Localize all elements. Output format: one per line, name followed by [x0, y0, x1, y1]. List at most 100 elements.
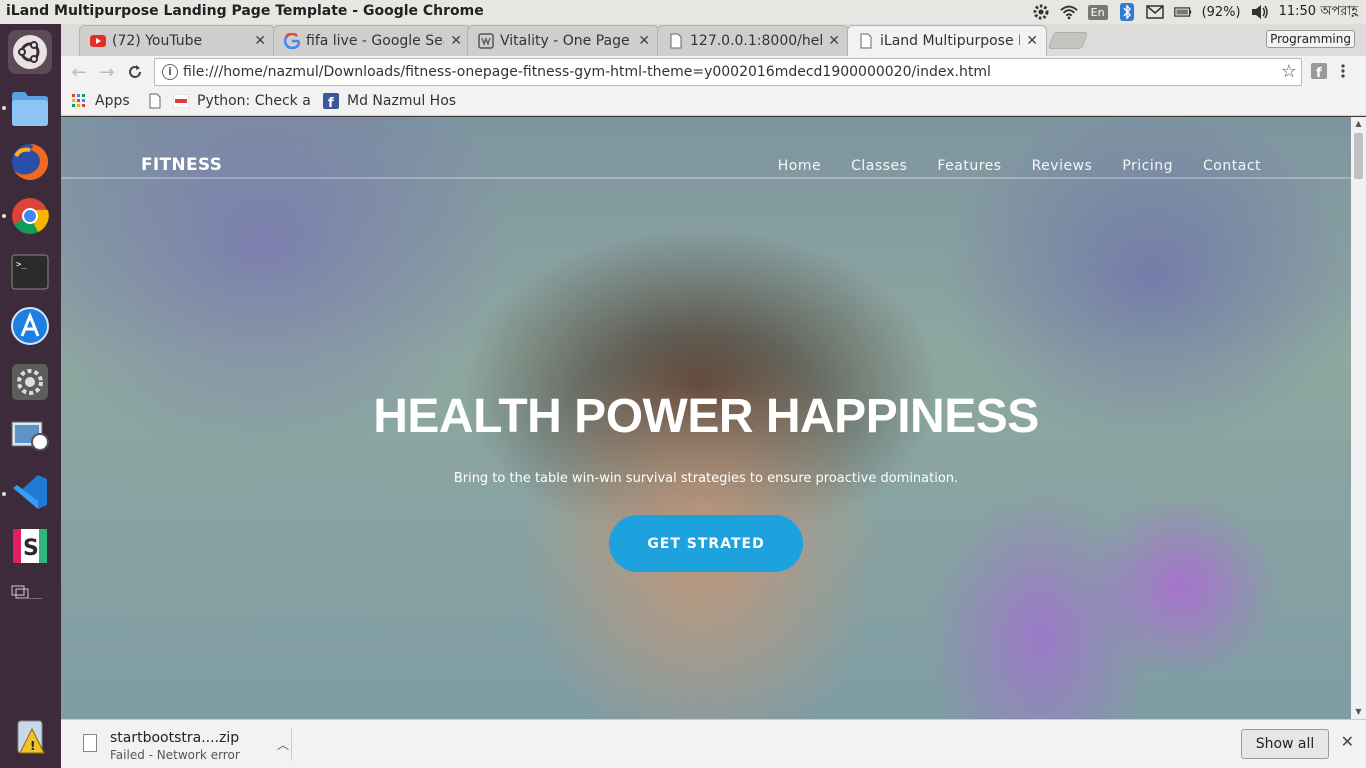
software-center-icon[interactable]	[8, 304, 52, 348]
page-scrollbar[interactable]: ▲ ▼	[1351, 117, 1366, 719]
browser-toolbar: ← → i file:///home/nazmul/Downloads/fitn…	[61, 56, 1366, 88]
launcher-separator	[20, 598, 42, 599]
menu-link-home[interactable]: Home	[778, 158, 821, 174]
profile-button[interactable]: Programming	[1266, 30, 1355, 48]
page-info-icon[interactable]: i	[162, 64, 178, 80]
tab-vitality[interactable]: Vitality - One Page Bootstrap ✕	[467, 25, 659, 56]
bookmark-label: Md Nazmul Hos	[347, 93, 457, 109]
youtube-icon	[90, 33, 106, 49]
image-viewer-icon[interactable]	[8, 414, 52, 458]
bookmark-facebook-profile[interactable]: f Md Nazmul Hos	[323, 93, 456, 109]
launcher-running-indicator	[2, 214, 6, 218]
files-icon[interactable]	[8, 86, 52, 130]
workspace-switcher-icon[interactable]	[8, 580, 32, 604]
tab-iland-active[interactable]: iLand Multipurpose Landing ✕	[847, 25, 1047, 56]
volume-icon[interactable]	[1251, 4, 1269, 20]
page-icon	[668, 33, 684, 49]
url-text: file:///home/nazmul/Downloads/fitness-on…	[183, 64, 991, 80]
system-settings-icon[interactable]	[8, 360, 52, 404]
svg-text:!: !	[30, 739, 35, 753]
file-icon	[83, 734, 97, 752]
menu-link-classes[interactable]: Classes	[851, 158, 907, 174]
menu-kebab-icon[interactable]	[1341, 63, 1349, 79]
bookmark-label: Apps	[95, 93, 130, 109]
forward-arrow-icon[interactable]: →	[95, 60, 119, 84]
scroll-down-arrow-icon[interactable]: ▼	[1351, 705, 1366, 719]
mail-icon[interactable]	[1145, 4, 1164, 20]
trash-icon[interactable]: !	[8, 714, 52, 758]
tab-strip: (72) YouTube ✕ fifa live - Google Search…	[61, 24, 1366, 56]
tab-google-search[interactable]: fifa live - Google Search ✕	[273, 25, 471, 56]
site-menu: Home Classes Features Reviews Pricing Co…	[778, 158, 1261, 174]
hero-subtitle: Bring to the table win-win survival stra…	[453, 471, 959, 486]
settings-gear-icon[interactable]	[1032, 4, 1050, 20]
page-icon	[147, 93, 163, 109]
menu-link-reviews[interactable]: Reviews	[1032, 158, 1093, 174]
battery-percent: (92%)	[1201, 4, 1241, 20]
site-navbar: FITNESS Home Classes Features Reviews Pr…	[61, 117, 1351, 179]
apps-grid-icon	[71, 93, 87, 109]
keyboard-language-indicator[interactable]: En	[1087, 4, 1108, 20]
tab-close-icon[interactable]: ✕	[254, 33, 266, 49]
battery-icon[interactable]	[1173, 4, 1192, 20]
tab-close-icon[interactable]: ✕	[1026, 33, 1038, 49]
google-icon	[284, 33, 300, 49]
vscode-icon[interactable]	[8, 470, 52, 514]
ubuntu-top-panel: iLand Multipurpose Landing Page Template…	[0, 0, 1366, 24]
menu-link-features[interactable]: Features	[937, 158, 1001, 174]
bookmark-star-icon[interactable]: ☆	[1281, 61, 1297, 82]
desktop-screen: iLand Multipurpose Landing Page Template…	[0, 0, 1366, 768]
bookmarks-bar: Apps Python: Check a f Md Nazmul Hos	[61, 88, 1366, 116]
menu-link-contact[interactable]: Contact	[1203, 158, 1261, 174]
bookmark-label: Python: Check a	[197, 93, 311, 109]
site-brand[interactable]: FITNESS	[141, 155, 222, 175]
bookmark-apps[interactable]: Apps	[71, 93, 130, 109]
scroll-up-arrow-icon[interactable]: ▲	[1351, 117, 1366, 131]
page-icon	[858, 33, 874, 49]
window-title: iLand Multipurpose Landing Page Template…	[6, 3, 484, 19]
bookmark-page[interactable]	[147, 93, 171, 109]
chrome-icon[interactable]	[8, 194, 52, 238]
bluetooth-icon[interactable]	[1118, 3, 1136, 21]
tab-title: iLand Multipurpose Landing	[880, 33, 1020, 49]
launcher-running-indicator	[2, 106, 6, 110]
slack-icon[interactable]: S	[8, 524, 52, 568]
get-started-button[interactable]: GET STRATED	[609, 515, 803, 572]
download-status: Failed - Network error	[110, 748, 240, 762]
back-arrow-icon[interactable]: ←	[67, 60, 91, 84]
tab-title: fifa live - Google Search	[306, 33, 444, 49]
close-icon[interactable]: ✕	[1341, 732, 1354, 751]
address-bar[interactable]: i file:///home/nazmul/Downloads/fitness-…	[154, 58, 1302, 86]
clock[interactable]: 11:50 অপরাহ্ণ	[1279, 2, 1358, 23]
new-tab-button[interactable]	[1047, 32, 1089, 49]
scroll-thumb[interactable]	[1354, 133, 1363, 179]
wifi-icon[interactable]	[1059, 4, 1078, 20]
vitality-icon	[478, 33, 494, 49]
reload-icon[interactable]	[123, 60, 147, 84]
page-viewport: FITNESS Home Classes Features Reviews Pr…	[61, 117, 1351, 719]
svg-text:S: S	[23, 536, 39, 561]
chevron-up-icon[interactable]: ︿	[277, 736, 289, 753]
show-all-button[interactable]: Show all	[1241, 729, 1329, 759]
firefox-icon[interactable]	[8, 140, 52, 184]
unity-launcher: >_ S !	[0, 24, 61, 768]
facebook-extension-icon[interactable]: f	[1311, 63, 1327, 81]
svg-text:f: f	[328, 96, 334, 109]
ubuntu-dash-icon[interactable]	[8, 30, 52, 74]
tab-localhost[interactable]: 127.0.0.1:8000/hello ✕	[657, 25, 849, 56]
download-filename: startbootstra....zip	[110, 730, 240, 746]
download-shelf: startbootstra....zip Failed - Network er…	[61, 719, 1366, 768]
facebook-icon: f	[323, 93, 339, 109]
tab-close-icon[interactable]: ✕	[450, 33, 462, 49]
menu-link-pricing[interactable]: Pricing	[1122, 158, 1173, 174]
tab-close-icon[interactable]: ✕	[828, 33, 840, 49]
bookmark-python[interactable]: Python: Check a	[173, 93, 311, 109]
tab-close-icon[interactable]: ✕	[638, 33, 650, 49]
svg-text:f: f	[1316, 66, 1322, 79]
site-logo-icon	[173, 93, 189, 109]
tab-youtube[interactable]: (72) YouTube ✕	[79, 25, 275, 56]
download-item[interactable]: startbootstra....zip Failed - Network er…	[77, 728, 293, 764]
svg-text:>_: >_	[16, 260, 27, 270]
terminal-icon[interactable]: >_	[8, 250, 52, 294]
tab-title: 127.0.0.1:8000/hello	[690, 33, 823, 49]
